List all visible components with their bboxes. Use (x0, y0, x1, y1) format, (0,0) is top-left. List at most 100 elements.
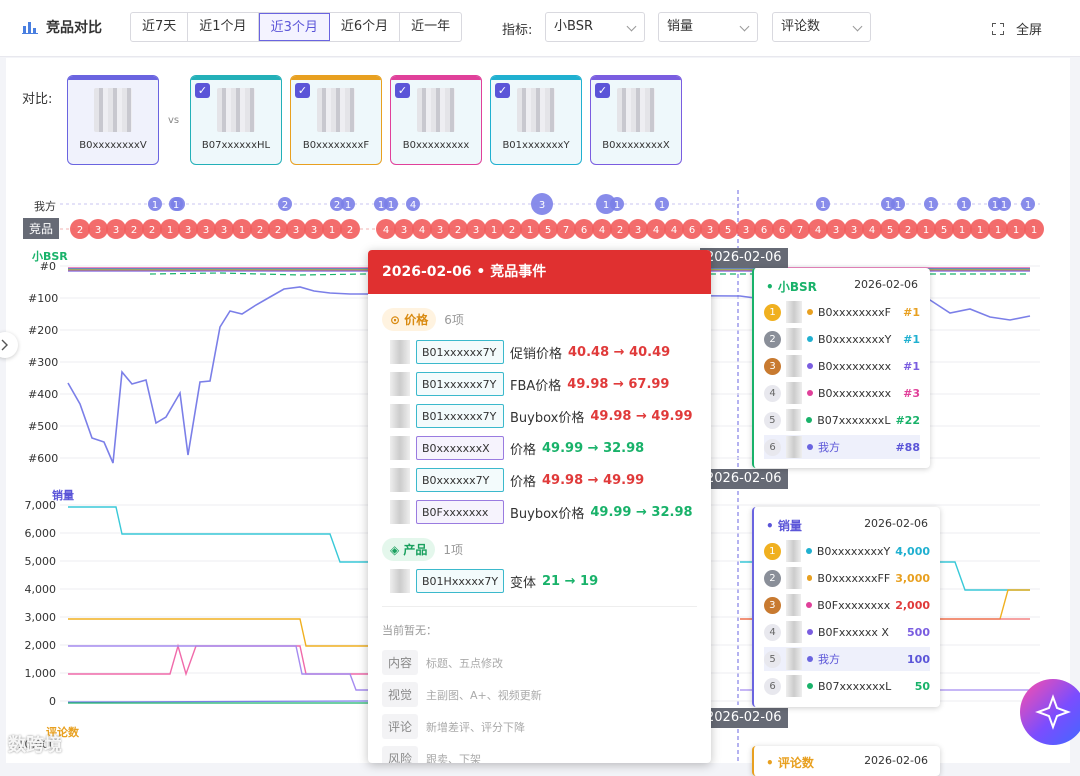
rank-value: 50 (914, 679, 930, 693)
event-field: Buybox价格 (510, 506, 585, 522)
event-thumb (390, 404, 410, 428)
review-panel-date: 2026-02-06 (864, 754, 928, 767)
card-asin: B07xxxxxxHL (201, 140, 271, 151)
event-change: 49.98 → 49.99 (590, 408, 693, 424)
bsr-panel-title: • 小BSR (766, 280, 817, 294)
rank-row: 2 B0xxxxxxxxY #1 (764, 327, 920, 351)
none-tag: 评论 (382, 714, 419, 739)
bsr-tick: #200 (28, 324, 59, 337)
event-asin[interactable]: B01xxxxxx7Y (416, 404, 504, 428)
rank-thumb (786, 648, 802, 670)
rank-asin: B0xxxxxxxxY (816, 544, 891, 558)
product-image (417, 88, 455, 132)
rank-row: 6 我方 #88 (764, 435, 920, 459)
bsr-tick: #500 (28, 420, 59, 433)
vs-label: vs (168, 115, 180, 126)
event-thumb (390, 436, 410, 460)
rank-asin: B0xxxxxxxxx (818, 386, 892, 400)
range-3m[interactable]: 近3个月 (258, 13, 330, 41)
event-thumb (390, 372, 410, 396)
competitor-card[interactable]: ✓ B0xxxxxxxxF (290, 75, 382, 165)
rank-value: 100 (907, 652, 930, 666)
competitor-card[interactable]: ✓ B07xxxxxxHL (190, 75, 282, 165)
event-row: B01xxxxxx7Y FBA价格 49.98 → 67.99 (390, 371, 669, 397)
card-asin: B0xxxxxxxxx (402, 140, 470, 151)
series-dot (807, 683, 813, 689)
sales-panel-title: • 销量 (766, 519, 802, 533)
event-change: 49.98 → 49.99 (542, 472, 645, 488)
event-asin[interactable]: B01xxxxxx7Y (416, 372, 504, 396)
competitor-card[interactable]: ✓ B0xxxxxxxxx (390, 75, 482, 165)
watermark: 数跨境 (8, 735, 62, 756)
event-change: 40.48 → 40.49 (568, 344, 671, 360)
check-icon[interactable]: ✓ (395, 83, 410, 98)
competitor-card[interactable]: ✓ B0xxxxxxxxX (590, 75, 682, 165)
competitor-card[interactable]: ✓ B01xxxxxxxY (490, 75, 582, 165)
check-icon[interactable]: ✓ (295, 83, 310, 98)
brand: 竞品对比 (22, 17, 102, 37)
sales-tick: 2,000 (24, 639, 57, 652)
rank-value: #1 (903, 305, 920, 319)
event-asin[interactable]: B01Hxxxxx7Y (416, 569, 504, 593)
range-7d[interactable]: 近7天 (131, 13, 189, 41)
rank-number: 4 (764, 384, 781, 402)
check-icon[interactable]: ✓ (595, 83, 610, 98)
bsr-tick: #600 (28, 452, 59, 465)
sales-panel-title-text: 销量 (777, 519, 802, 533)
rank-number: 6 (764, 677, 781, 695)
rank-asin: B0xxxxxxxxY (818, 332, 892, 346)
event-asin[interactable]: B0xxxxxx7Y (416, 468, 504, 492)
card-color-bar (291, 76, 381, 80)
price-section-header: ⊙ 价格 6项 (382, 308, 464, 331)
ai-assistant-button[interactable] (1020, 679, 1080, 745)
metric-select-reviews[interactable]: 评论数 (772, 12, 871, 42)
chevron-right-icon (1, 339, 8, 351)
event-asin[interactable]: B0xxxxxxxX (416, 436, 504, 460)
rank-thumb (785, 594, 802, 616)
rank-row: 2 B0xxxxxxxFF 3,000 (764, 566, 930, 590)
none-desc: 新增差评、评分下降 (426, 720, 526, 734)
price-section-label: 价格 (404, 313, 429, 327)
event-row: B0Fxxxxxxx Buybox价格 49.99 → 32.98 (390, 499, 693, 525)
date-badge: 2026-02-06 (700, 708, 788, 728)
event-asin[interactable]: B0Fxxxxxxx (416, 500, 504, 524)
rank-value: 2,000 (895, 598, 930, 612)
rank-thumb (786, 355, 802, 377)
rank-value: 3,000 (895, 571, 930, 585)
rank-asin: 我方 (818, 653, 840, 666)
rank-value: #88 (895, 440, 920, 454)
none-item: 风险 跟卖、下架 (382, 746, 481, 763)
bsr-tick: #0 (39, 260, 56, 273)
check-icon[interactable]: ✓ (495, 83, 510, 98)
range-6m[interactable]: 近6个月 (330, 13, 401, 41)
event-asin[interactable]: B01xxxxxx7Y (416, 340, 504, 364)
range-1y[interactable]: 近一年 (400, 13, 461, 41)
none-tag: 内容 (382, 650, 419, 675)
event-field: Buybox价格 (510, 410, 585, 426)
rank-number: 5 (764, 411, 781, 429)
bar-chart-icon (22, 22, 38, 34)
fullscreen-button[interactable]: 全屏 (992, 19, 1042, 38)
rank-row: 1 B0xxxxxxxxF #1 (764, 300, 920, 324)
metric-select-sales[interactable]: 销量 (658, 12, 758, 42)
bsr-tick: #300 (28, 356, 59, 369)
rank-value: #3 (903, 386, 920, 400)
my-product-card[interactable]: B0xxxxxxxxV (67, 75, 159, 165)
card-color-bar (191, 76, 281, 80)
none-desc: 跟卖、下架 (426, 752, 482, 764)
check-icon[interactable]: ✓ (195, 83, 210, 98)
chevron-down-icon (852, 21, 863, 32)
range-1m[interactable]: 近1个月 (188, 13, 259, 41)
review-panel-title-text: 评论数 (777, 756, 814, 770)
chevron-down-icon (739, 21, 750, 32)
page-title: 竞品对比 (46, 20, 102, 36)
metric-select-bsr[interactable]: 小BSR (545, 12, 645, 42)
rank-thumb (785, 567, 802, 589)
rank-asin: B0xxxxxxxFF (817, 571, 891, 585)
review-rank-panel: • 评论数 2026-02-06 (752, 746, 940, 776)
rank-asin: B0Fxxxxxx X (818, 625, 889, 639)
rank-asin: 我方 (818, 441, 840, 454)
none-item: 评论 新增差评、评分下降 (382, 714, 525, 739)
collapse-arrow-button[interactable] (0, 332, 18, 358)
rank-row: 4 B0Fxxxxxx X 500 (764, 620, 930, 644)
